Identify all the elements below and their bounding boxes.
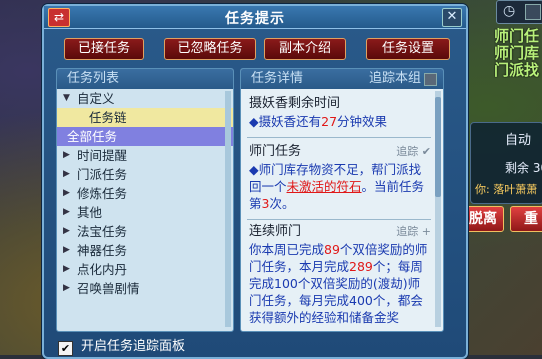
collapsed-arrow-icon: ▶: [63, 283, 70, 293]
checkbox-checked-icon[interactable]: ✔: [58, 341, 73, 356]
track-group-checkbox[interactable]: [424, 73, 437, 86]
list-item-label: 其他: [77, 205, 103, 220]
track-group-label: 追踪本组: [368, 71, 421, 86]
list-item-label: 修炼任务: [77, 186, 128, 201]
section-title-text: 师门任务: [249, 144, 302, 159]
section-title: 师门任务 追踪 ✔: [249, 143, 431, 161]
list-item-label: 时间提醒: [77, 148, 128, 163]
list-item-custom[interactable]: ▼ 自定义: [57, 89, 233, 108]
list-item-label: 法宝任务: [77, 224, 128, 239]
tracking-panel-label: 开启任务追踪面板: [81, 339, 186, 354]
track-toggle[interactable]: 追踪 ✔: [396, 143, 431, 161]
list-item-label: 神器任务: [77, 243, 128, 258]
body-text: 你本周已完成: [249, 242, 325, 257]
hud-leave-button[interactable]: 脱离: [462, 206, 504, 232]
list-item-task-chain[interactable]: 任务链: [57, 108, 233, 127]
section-incense: 摄妖香剩余时间 ◆摄妖香还有27分钟效果: [249, 95, 431, 130]
hud-square-icon: [525, 4, 541, 20]
section-title-text: 连续师门: [249, 224, 302, 239]
list-item-label: 自定义: [77, 91, 115, 106]
collapsed-arrow-icon: ▶: [63, 245, 70, 255]
tab-settings[interactable]: 任务设置: [366, 38, 450, 60]
list-item-time-reminder[interactable]: ▶ 时间提醒: [57, 146, 233, 165]
hud-task-tracker[interactable]: 师门任 师门库 门派找: [494, 28, 542, 78]
collapsed-arrow-icon: ▶: [63, 226, 70, 236]
dialog-titlebar[interactable]: ⇄ 任务提示 ✕: [44, 6, 466, 29]
task-detail-header: 任务详情 追踪本组: [241, 69, 443, 89]
hud-heavy-button[interactable]: 重: [510, 206, 542, 232]
hud-track-line: 门派找: [494, 61, 540, 79]
body-text: ◆摄妖香还有: [249, 114, 322, 129]
task-list-scrollbar[interactable]: [225, 91, 231, 327]
collapsed-arrow-icon: ▶: [63, 150, 70, 160]
tracking-panel-toggle[interactable]: ✔ 开启任务追踪面板: [58, 338, 185, 356]
hud-remaining: 剩余 30: [505, 161, 542, 175]
task-dialog: ⇄ 任务提示 ✕ 已接任务 已忽略任务 副本介绍 任务设置 任务列表 ▼ 自定义…: [42, 4, 468, 359]
section-title: 摄妖香剩余时间: [249, 96, 341, 111]
tab-dungeon-intro[interactable]: 副本介绍: [264, 38, 346, 60]
dialog-title: 任务提示: [225, 11, 285, 27]
body-text: 分钟效果: [337, 114, 388, 129]
task-list-header: 任务列表: [57, 69, 233, 89]
tab-bar: 已接任务 已忽略任务 副本介绍 任务设置: [56, 38, 454, 60]
section-body: ◆师门库存物资不足，帮门派找回一个未激活的符石。当前任务第3次。: [249, 161, 431, 212]
task-detail-scrollbar[interactable]: [435, 91, 441, 327]
list-item-label: 门派任务: [77, 167, 128, 182]
hud-note: 你: 落叶萧萧: [475, 183, 538, 196]
list-item-label: 召唤兽剧情: [77, 281, 140, 296]
list-item-artifact[interactable]: ▶ 法宝任务: [57, 222, 233, 241]
collapsed-arrow-icon: ▶: [63, 264, 70, 274]
clock-icon: ◷: [503, 3, 516, 19]
minutes-value: 27: [321, 114, 338, 129]
divider: [247, 137, 431, 138]
section-body: 你本周已完成89个双倍奖励的师门任务，本月完成289个；每周完成100个双倍奖励…: [249, 241, 431, 326]
hud-clock-widget[interactable]: ◷: [496, 0, 542, 24]
task-detail-title: 任务详情: [251, 71, 304, 86]
hud-auto-panel: 自动 剩余 30 你: 落叶萧萧: [470, 122, 542, 204]
list-item-summon-story[interactable]: ▶ 召唤兽剧情: [57, 279, 233, 298]
list-item-all-tasks[interactable]: 全部任务: [57, 127, 233, 146]
track-toggle[interactable]: 追踪 +: [396, 223, 431, 241]
tab-accepted[interactable]: 已接任务: [64, 38, 144, 60]
hud-track-line: 师门库: [494, 44, 540, 62]
task-list-panel: 任务列表 ▼ 自定义 任务链 全部任务 ▶ 时间提醒 ▶ 门派任务 ▶ 修炼任务…: [56, 68, 234, 332]
divider: [247, 219, 431, 220]
collapsed-arrow-icon: ▶: [63, 207, 70, 217]
weekly-count-value: 89: [324, 242, 340, 257]
monthly-count-value: 289: [349, 259, 373, 274]
expanded-arrow-icon: ▼: [63, 93, 70, 103]
list-item-inner-core[interactable]: ▶ 点化内丹: [57, 260, 233, 279]
collapsed-arrow-icon: ▶: [63, 169, 70, 179]
section-title: 连续师门 追踪 +: [249, 223, 431, 241]
scrollbar-thumb[interactable]: [435, 97, 441, 197]
list-item-label: 全部任务: [67, 129, 118, 144]
close-icon[interactable]: ✕: [442, 8, 462, 27]
section-body: ◆摄妖香还有27分钟效果: [249, 113, 431, 130]
task-detail-panel: 任务详情 追踪本组 摄妖香剩余时间 ◆摄妖香还有27分钟效果 师门任务 追踪 ✔…: [240, 68, 444, 332]
list-item-label: 点化内丹: [77, 262, 128, 277]
section-sect-task: 师门任务 追踪 ✔ ◆师门库存物资不足，帮门派找回一个未激活的符石。当前任务第3…: [249, 143, 431, 212]
section-continuous-sect: 连续师门 追踪 + 你本周已完成89个双倍奖励的师门任务，本月完成289个；每周…: [249, 223, 431, 326]
tab-ignored[interactable]: 已忽略任务: [164, 38, 256, 60]
list-item-divine-weapon[interactable]: ▶ 神器任务: [57, 241, 233, 260]
collapsed-arrow-icon: ▶: [63, 188, 70, 198]
item-link[interactable]: 未激活的符石: [287, 179, 362, 194]
list-item-other[interactable]: ▶ 其他: [57, 203, 233, 222]
hud-track-line: 师门任: [494, 28, 540, 45]
list-item-sect-tasks[interactable]: ▶ 门派任务: [57, 165, 233, 184]
list-item-label: 任务链: [89, 110, 127, 125]
list-item-cultivation[interactable]: ▶ 修炼任务: [57, 184, 233, 203]
body-text: 次。: [269, 196, 295, 211]
hud-auto-title: 自动: [505, 133, 532, 148]
